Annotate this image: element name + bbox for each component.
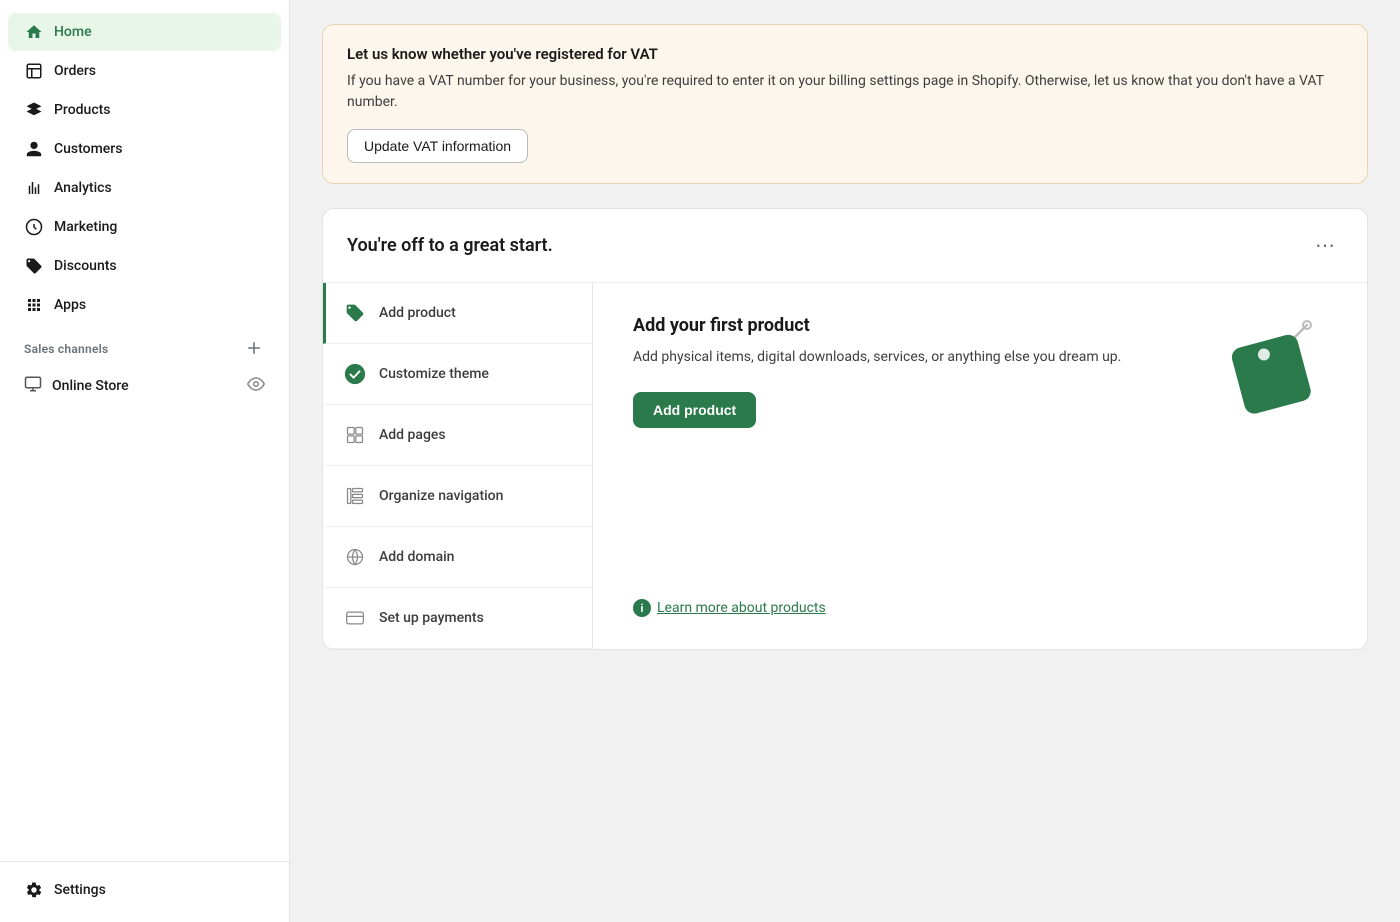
- analytics-icon: [24, 178, 44, 198]
- step-content-panel: Add your first product Add physical item…: [593, 283, 1367, 649]
- nav-list: Home Orders Products Customers Analytics: [0, 12, 289, 325]
- sidebar: Home Orders Products Customers Analytics: [0, 0, 290, 922]
- step-content-title: Add your first product: [633, 315, 1197, 336]
- sidebar-bottom: Settings: [0, 861, 289, 910]
- step-add-domain[interactable]: Add domain: [323, 527, 592, 588]
- vat-banner-description: If you have a VAT number for your busine…: [347, 71, 1343, 113]
- update-vat-button[interactable]: Update VAT information: [347, 129, 528, 163]
- vat-banner-title: Let us know whether you've registered fo…: [347, 45, 1343, 63]
- add-sales-channel-icon[interactable]: [245, 339, 265, 359]
- product-illustration: [1217, 315, 1327, 425]
- sidebar-item-online-store[interactable]: Online Store: [8, 366, 281, 406]
- vat-banner: Let us know whether you've registered fo…: [322, 24, 1368, 184]
- customers-icon: [24, 139, 44, 159]
- step-label: Set up payments: [379, 610, 484, 626]
- discounts-icon: [24, 256, 44, 276]
- product-tag-svg: [1217, 315, 1327, 425]
- add-domain-icon: [343, 545, 367, 569]
- sidebar-item-orders[interactable]: Orders: [8, 52, 281, 90]
- sidebar-item-apps[interactable]: Apps: [8, 286, 281, 324]
- eye-icon[interactable]: [247, 375, 265, 397]
- card-header: You're off to a great start. ⋯: [323, 209, 1367, 283]
- sidebar-item-analytics[interactable]: Analytics: [8, 169, 281, 207]
- step-content-text: Add your first product Add physical item…: [633, 315, 1197, 428]
- customize-theme-check-icon: [343, 362, 367, 386]
- step-label: Add product: [379, 305, 456, 321]
- products-icon: [24, 100, 44, 120]
- sidebar-item-marketing[interactable]: Marketing: [8, 208, 281, 246]
- add-product-action-button[interactable]: Add product: [633, 392, 756, 428]
- sidebar-item-discounts[interactable]: Discounts: [8, 247, 281, 285]
- sidebar-item-customers[interactable]: Customers: [8, 130, 281, 168]
- apps-icon: [24, 295, 44, 315]
- card-body: Add product Customize theme Add pages: [323, 283, 1367, 649]
- card-title: You're off to a great start.: [347, 235, 553, 256]
- learn-more-row: i Learn more about products: [633, 575, 1327, 617]
- learn-more-link[interactable]: Learn more about products: [657, 600, 826, 616]
- orders-icon: [24, 61, 44, 81]
- sidebar-item-settings[interactable]: Settings: [8, 871, 281, 909]
- main-content: Let us know whether you've registered fo…: [290, 0, 1400, 922]
- info-icon: i: [633, 599, 651, 617]
- sidebar-item-products[interactable]: Products: [8, 91, 281, 129]
- online-store-icon: [24, 375, 42, 397]
- step-add-product[interactable]: Add product: [323, 283, 592, 344]
- step-label: Add domain: [379, 549, 454, 565]
- step-label: Add pages: [379, 427, 446, 443]
- step-content-desc: Add physical items, digital downloads, s…: [633, 346, 1197, 368]
- organize-nav-icon: [343, 484, 367, 508]
- steps-list: Add product Customize theme Add pages: [323, 283, 593, 649]
- step-organize-navigation[interactable]: Organize navigation: [323, 466, 592, 527]
- add-pages-icon: [343, 423, 367, 447]
- getting-started-card: You're off to a great start. ⋯ Add produ…: [322, 208, 1368, 650]
- step-label: Organize navigation: [379, 488, 503, 504]
- step-set-up-payments[interactable]: Set up payments: [323, 588, 592, 649]
- sales-channels-section: Sales channels: [0, 325, 289, 365]
- sidebar-item-home[interactable]: Home: [8, 13, 281, 51]
- more-options-button[interactable]: ⋯: [1307, 229, 1343, 262]
- step-add-pages[interactable]: Add pages: [323, 405, 592, 466]
- setup-payments-icon: [343, 606, 367, 630]
- add-product-icon: [343, 301, 367, 325]
- home-icon: [24, 22, 44, 42]
- marketing-icon: [24, 217, 44, 237]
- step-label: Customize theme: [379, 366, 489, 382]
- settings-icon: [24, 880, 44, 900]
- step-customize-theme[interactable]: Customize theme: [323, 344, 592, 405]
